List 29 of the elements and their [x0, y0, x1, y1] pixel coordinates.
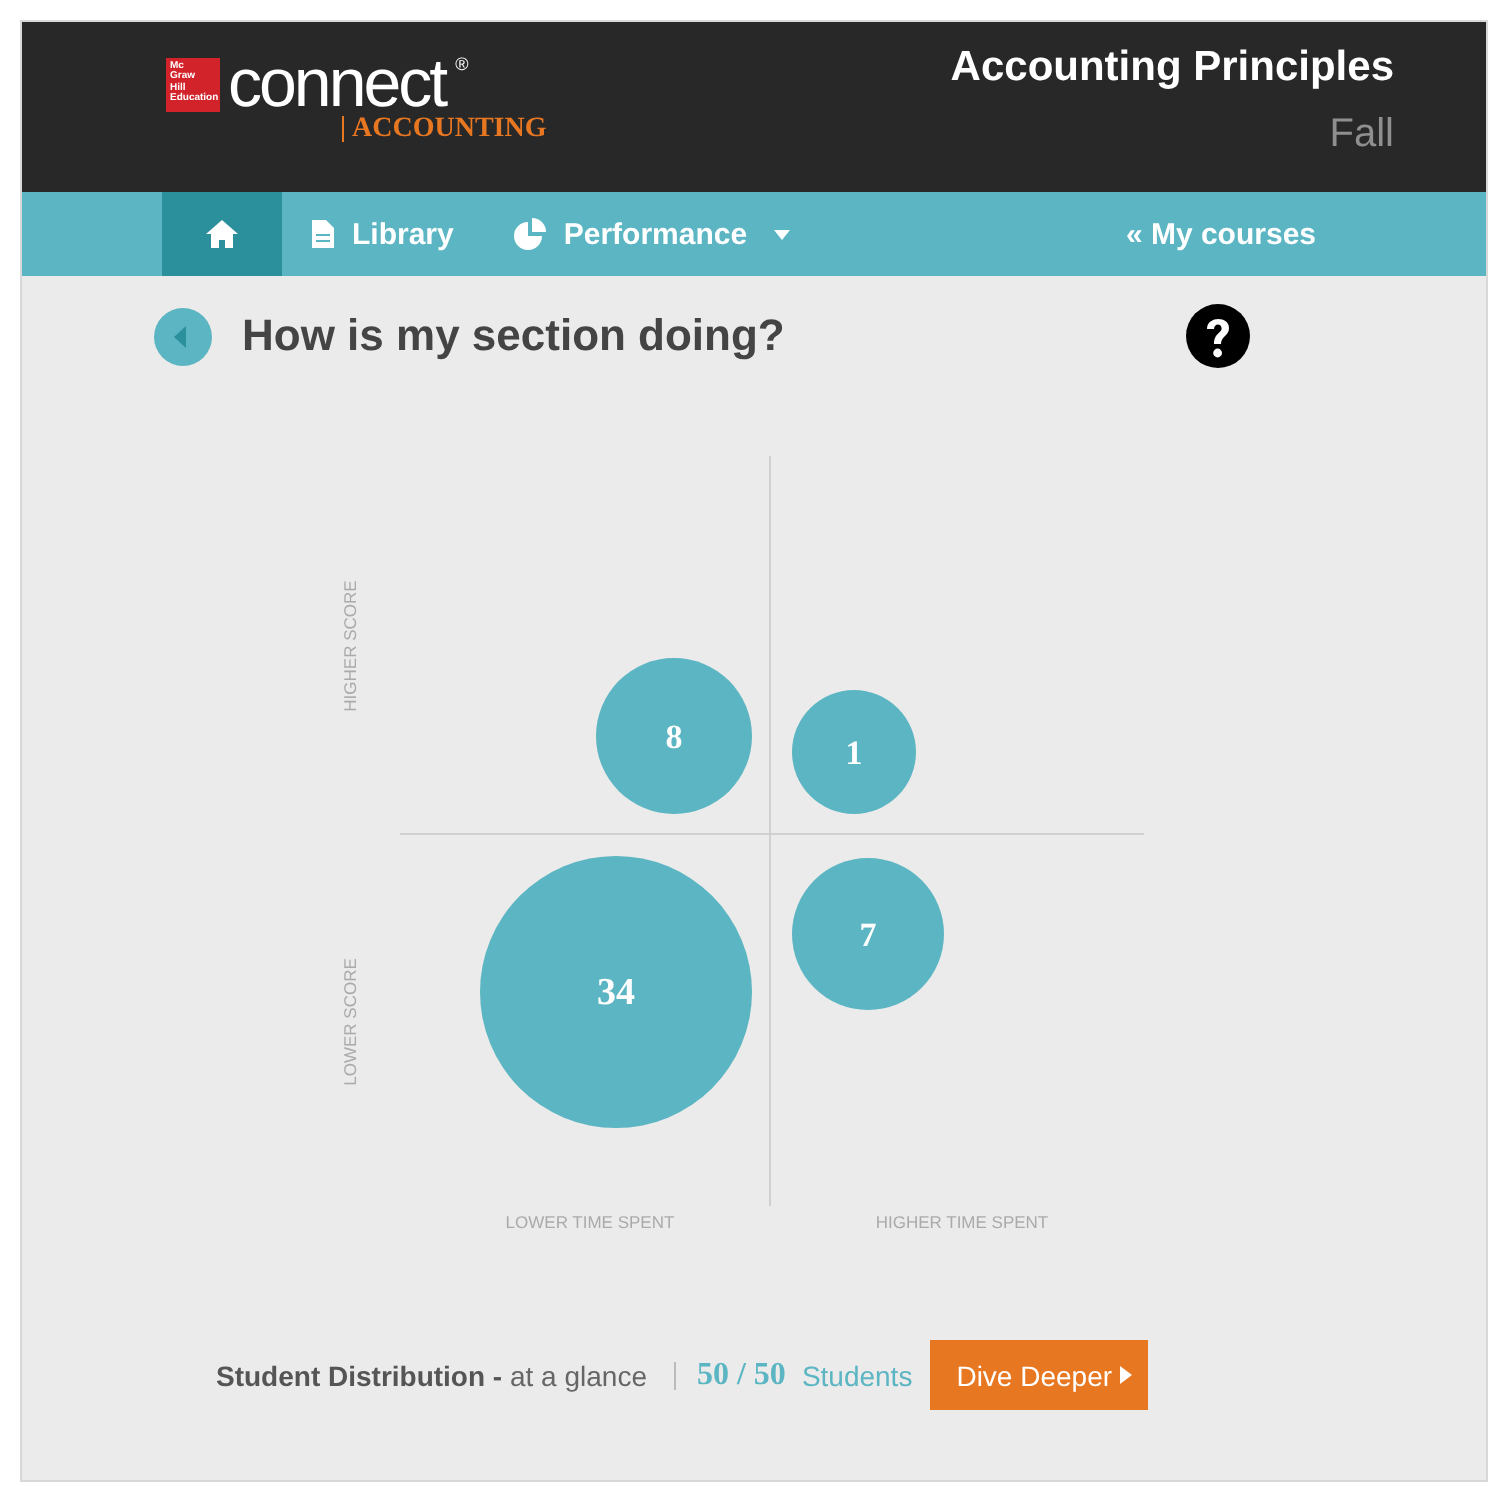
- dive-deeper-button[interactable]: Dive Deeper: [930, 1340, 1149, 1410]
- term-label: Fall: [1329, 112, 1394, 158]
- registered-mark: ®: [455, 54, 469, 74]
- help-icon[interactable]: [1186, 304, 1250, 368]
- pie-chart-icon: [513, 218, 546, 250]
- student-bubble[interactable]: 7: [791, 858, 943, 1010]
- students-label: Students: [801, 1359, 913, 1391]
- caret-icon: [773, 229, 790, 239]
- home-tab[interactable]: [162, 192, 282, 276]
- distribution-title: Student Distribution - at a glance: [216, 1359, 647, 1391]
- back-button[interactable]: [154, 307, 212, 365]
- play-icon: [1120, 1366, 1133, 1384]
- axis-label: HIGHER TIME SPENT: [874, 1212, 1048, 1232]
- product-name: ACCOUNTING: [342, 116, 547, 142]
- student-bubble[interactable]: 34: [479, 856, 751, 1128]
- axis-label: LOWER SCORE: [339, 958, 359, 1086]
- document-icon: [312, 220, 334, 248]
- page-title: How is my section doing?: [242, 310, 785, 362]
- performance-tab[interactable]: Performance: [483, 192, 820, 276]
- my-courses-link[interactable]: « My courses: [1095, 192, 1346, 276]
- axis-label: LOWER TIME SPENT: [504, 1212, 674, 1232]
- home-icon: [206, 220, 238, 248]
- student-bubble[interactable]: 8: [595, 658, 751, 814]
- course-title: Accounting Principles: [950, 44, 1394, 92]
- library-tab[interactable]: Library: [282, 192, 484, 276]
- brand-logo: connect: [228, 54, 446, 114]
- student-count: 50 / 50: [696, 1357, 786, 1393]
- axis-label: HIGHER SCORE: [339, 580, 359, 712]
- student-bubble[interactable]: 1: [791, 690, 915, 814]
